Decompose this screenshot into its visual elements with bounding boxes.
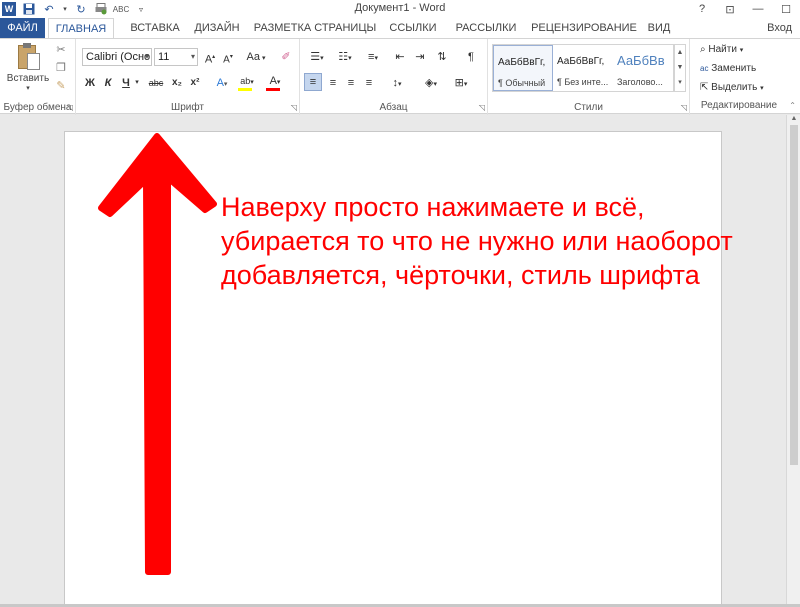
annotation-text: Наверху просто нажимаете и всё, убираетс… (221, 190, 791, 292)
scrollbar-thumb[interactable] (790, 125, 798, 465)
up-arrow-annotation-icon (98, 133, 217, 575)
vertical-scrollbar[interactable]: ▲ (786, 115, 800, 607)
annotation-line: добавляется, чёрточки, стиль шрифта (221, 260, 700, 290)
annotation-line: убирается то что не нужно или наоборот (221, 226, 733, 256)
annotation-line: Наверху просто нажимаете и всё, (221, 192, 645, 222)
scroll-up-icon[interactable]: ▲ (787, 115, 800, 122)
